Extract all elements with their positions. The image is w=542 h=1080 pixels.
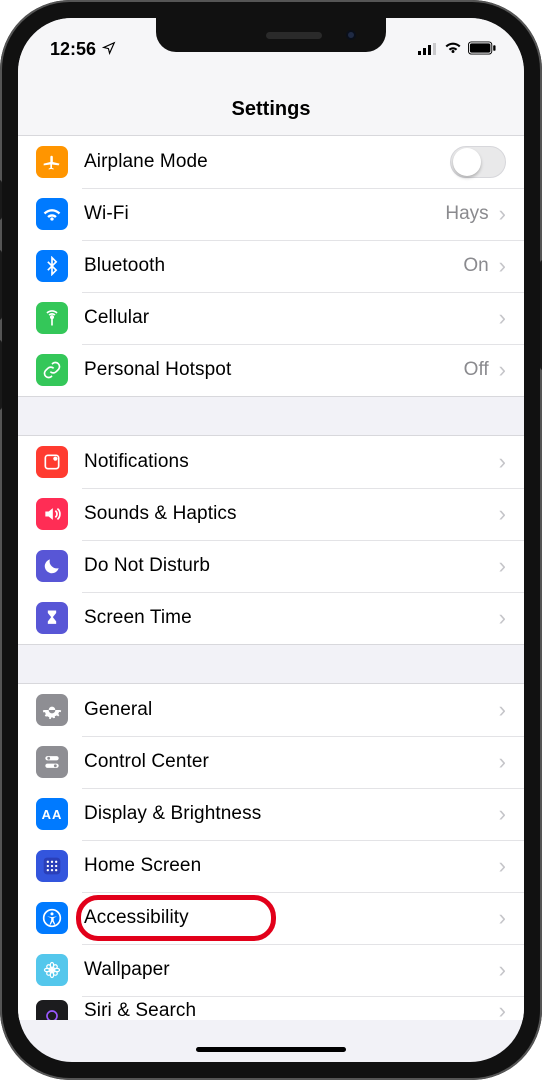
row-label: Notifications: [84, 451, 499, 473]
phone-device-frame: 12:56 Settings Airplane ModeWi-FiHays›Bl…: [0, 0, 542, 1080]
chevron-right-icon: ›: [499, 555, 506, 577]
dnd-icon: [36, 550, 68, 582]
chevron-right-icon: ›: [499, 959, 506, 981]
wallpaper-icon: [36, 954, 68, 986]
chevron-right-icon: ›: [499, 907, 506, 929]
row-value: Hays: [445, 203, 488, 225]
hotspot-icon: [36, 354, 68, 386]
chevron-right-icon: ›: [499, 855, 506, 877]
front-camera: [346, 30, 356, 40]
row-label: General: [84, 699, 499, 721]
cellular-icon: [36, 302, 68, 334]
chevron-right-icon: ›: [499, 359, 506, 381]
settings-row-screentime[interactable]: Screen Time›: [18, 592, 524, 644]
settings-list[interactable]: Airplane ModeWi-FiHays›BluetoothOn›Cellu…: [18, 136, 524, 1020]
homescreen-icon: [36, 850, 68, 882]
settings-row-notifications[interactable]: Notifications›: [18, 436, 524, 488]
row-value: Off: [464, 359, 489, 381]
settings-row-wallpaper[interactable]: Wallpaper›: [18, 944, 524, 996]
row-label: Sounds & Haptics: [84, 503, 499, 525]
settings-row-controlcenter[interactable]: Control Center›: [18, 736, 524, 788]
row-label: Wallpaper: [84, 959, 499, 981]
home-indicator[interactable]: [196, 1047, 346, 1052]
controlcenter-icon: [36, 746, 68, 778]
siri-icon: [36, 1000, 68, 1020]
settings-row-wifi[interactable]: Wi-FiHays ›: [18, 188, 524, 240]
row-label: Bluetooth: [84, 255, 463, 277]
row-label: Siri & Search: [84, 1000, 499, 1020]
wifi-icon: [36, 198, 68, 230]
chevron-right-icon: ›: [499, 255, 506, 277]
screen: 12:56 Settings Airplane ModeWi-FiHays›Bl…: [18, 18, 524, 1062]
volume-down-button: [0, 340, 2, 410]
chevron-right-icon: ›: [499, 307, 506, 329]
settings-row-airplane[interactable]: Airplane Mode: [18, 136, 524, 188]
sounds-icon: [36, 498, 68, 530]
settings-row-homescreen[interactable]: Home Screen›: [18, 840, 524, 892]
airplane-icon: [36, 146, 68, 178]
section-separator: [18, 644, 524, 684]
notifications-icon: [36, 446, 68, 478]
mute-switch: [0, 180, 2, 220]
chevron-right-icon: ›: [499, 699, 506, 721]
accessibility-icon: [36, 902, 68, 934]
row-label: Wi-Fi: [84, 203, 445, 225]
chevron-right-icon: ›: [499, 803, 506, 825]
settings-row-siri[interactable]: Siri & Search›: [18, 996, 524, 1020]
chevron-right-icon: ›: [499, 503, 506, 525]
display-icon: AA: [36, 798, 68, 830]
airplane-toggle[interactable]: [450, 146, 506, 178]
section-separator: [18, 396, 524, 436]
volume-up-button: [0, 250, 2, 320]
chevron-right-icon: ›: [499, 607, 506, 629]
row-label: Home Screen: [84, 855, 499, 877]
location-arrow-icon: [102, 39, 116, 60]
row-label: Screen Time: [84, 607, 499, 629]
row-label: Display & Brightness: [84, 803, 499, 825]
general-icon: [36, 694, 68, 726]
settings-row-hotspot[interactable]: Personal HotspotOff ›: [18, 344, 524, 396]
row-label: Control Center: [84, 751, 499, 773]
settings-row-display[interactable]: AA Display & Brightness›: [18, 788, 524, 840]
row-label: Accessibility: [84, 907, 499, 929]
row-label: Personal Hotspot: [84, 359, 464, 381]
settings-row-accessibility[interactable]: Accessibility›: [18, 892, 524, 944]
screentime-icon: [36, 602, 68, 634]
earpiece-speaker: [266, 32, 322, 39]
wifi-status-icon: [444, 38, 462, 61]
cellular-signal-icon: [418, 39, 438, 60]
settings-row-bluetooth[interactable]: BluetoothOn ›: [18, 240, 524, 292]
settings-row-general[interactable]: General›: [18, 684, 524, 736]
chevron-right-icon: ›: [499, 451, 506, 473]
row-value: On: [463, 255, 488, 277]
bluetooth-icon: [36, 250, 68, 282]
chevron-right-icon: ›: [499, 751, 506, 773]
settings-row-cellular[interactable]: Cellular›: [18, 292, 524, 344]
settings-row-sounds[interactable]: Sounds & Haptics›: [18, 488, 524, 540]
battery-icon: [468, 39, 496, 60]
row-label: Airplane Mode: [84, 151, 450, 173]
row-label: Do Not Disturb: [84, 555, 499, 577]
chevron-right-icon: ›: [499, 203, 506, 225]
chevron-right-icon: ›: [499, 1000, 506, 1020]
page-title: Settings: [18, 68, 524, 136]
row-label: Cellular: [84, 307, 499, 329]
notch: [156, 18, 386, 52]
settings-row-dnd[interactable]: Do Not Disturb›: [18, 540, 524, 592]
status-time: 12:56: [50, 39, 96, 60]
